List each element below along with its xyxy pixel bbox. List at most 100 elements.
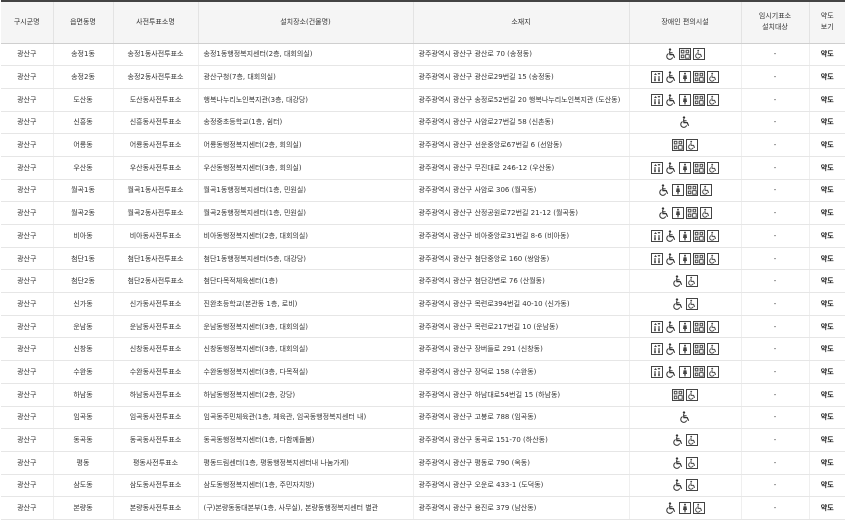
cell-accessibility — [628, 201, 741, 225]
cell-accessibility — [628, 111, 741, 135]
header-place: 설치장소(건물명) — [197, 0, 413, 44]
braille-guide-icon — [672, 139, 684, 152]
table-row: 광산구 송정2동 송정2동사전투표소 광산구청(7층, 대회의실) 광주광역시 광산구 … — [1, 65, 845, 89]
cell-address: 광주광역시 광산구 장덕로 158 (수완동) — [412, 360, 629, 384]
table-row: 광산구 신흥동 신흥동사전투표소 송정중초등학교(1층, 쉼터) 광주광역시 광산구 사… — [1, 111, 845, 135]
cell-place: 수완동행정복지센터(3층, 다목적실) — [197, 360, 413, 384]
cell-address: 광주광역시 광산구 목련로217번길 10 (운남동) — [412, 315, 629, 339]
braille-guide-icon — [693, 365, 705, 378]
cell-gu: 광산구 — [1, 156, 53, 180]
accessible-restroom-icon — [679, 229, 691, 242]
cell-temp-booth: - — [740, 315, 809, 339]
cell-gu: 광산구 — [1, 496, 53, 520]
cell-place: 광산구청(7층, 대회의실) — [197, 65, 413, 89]
header-dong: 읍면동명 — [52, 0, 113, 44]
map-link[interactable]: 약도 — [808, 133, 845, 157]
cell-dong: 운남동 — [52, 315, 113, 339]
cell-address: 광주광역시 광산구 무진대로 246-12 (우산동) — [412, 156, 629, 180]
wheelchair-icon — [672, 298, 684, 310]
table-row: 광산구 신창동 신창동사전투표소 신창동행정복지센터(3층, 대회의실) 광주광역시 광… — [1, 337, 845, 362]
table-row: 광산구 첨단2동 첨단2동사전투표소 첨단다목적체육센터(1층) 광주광역시 광산구 첨… — [1, 269, 845, 294]
map-link[interactable]: 약도 — [808, 337, 845, 362]
cell-station: 월곡1동사전투표소 — [112, 179, 198, 203]
map-link[interactable]: 약도 — [808, 451, 845, 475]
elevator-icon — [651, 320, 663, 333]
cell-place: 송정중초등학교(1층, 쉼터) — [197, 111, 413, 135]
cell-station: 하남동사전투표소 — [112, 383, 198, 407]
map-link[interactable]: 약도 — [808, 43, 845, 67]
map-link[interactable]: 약도 — [808, 224, 845, 248]
map-link[interactable]: 약도 — [808, 179, 845, 203]
cell-place: 우산동행정복지센터(3층, 회의실) — [197, 156, 413, 180]
cell-gu: 광산구 — [1, 111, 53, 135]
cell-station: 동곡동사전투표소 — [112, 428, 198, 452]
map-link[interactable]: 약도 — [808, 111, 845, 135]
ramp-icon — [707, 93, 719, 106]
cell-address: 광주광역시 광산구 광산로 70 (송정동) — [412, 43, 629, 67]
cell-address: 광주광역시 광산구 평동로 790 (옥동) — [412, 451, 629, 475]
cell-dong: 평동 — [52, 451, 113, 475]
map-link[interactable]: 약도 — [808, 474, 845, 498]
wheelchair-icon — [658, 207, 670, 219]
elevator-icon — [651, 365, 663, 378]
map-link[interactable]: 약도 — [808, 383, 845, 407]
cell-station: 어룡동사전투표소 — [112, 133, 198, 157]
cell-place: 첨단1동행정복지센터(5층, 대강당) — [197, 247, 413, 271]
table-row: 광산구 신가동 신가동사전투표소 진완초등학교(본관동 1층, 로비) 광주광역시 광산… — [1, 292, 845, 316]
cell-station: 첨단1동사전투표소 — [112, 247, 198, 271]
map-link[interactable]: 약도 — [808, 315, 845, 339]
cell-dong: 하남동 — [52, 383, 113, 407]
cell-dong: 도산동 — [52, 88, 113, 112]
cell-accessibility — [628, 156, 741, 180]
cell-station: 송정1동사전투표소 — [112, 43, 198, 67]
cell-gu: 광산구 — [1, 315, 53, 339]
polling-station-table: 구시군명 읍면동명 사전투표소명 설치장소(건물명) 소재지 장애인 편의시설 … — [1, 0, 845, 520]
map-link[interactable]: 약도 — [808, 247, 845, 271]
map-link[interactable]: 약도 — [808, 201, 845, 225]
map-link[interactable]: 약도 — [808, 269, 845, 294]
ramp-icon — [707, 161, 719, 174]
ramp-icon — [707, 71, 719, 84]
cell-gu: 광산구 — [1, 474, 53, 498]
cell-place: 운남동행정복지센터(3층, 대회의실) — [197, 315, 413, 339]
map-link[interactable]: 약도 — [808, 292, 845, 316]
elevator-icon — [651, 343, 663, 356]
cell-gu: 광산구 — [1, 360, 53, 384]
cell-temp-booth: - — [740, 269, 809, 294]
table-row: 광산구 수완동 수완동사전투표소 수완동행정복지센터(3층, 다목적실) 광주광역시 광… — [1, 360, 845, 384]
cell-dong: 임곡동 — [52, 406, 113, 430]
map-link[interactable]: 약도 — [808, 156, 845, 180]
cell-address: 광주광역시 광산구 오운로 433-1 (도덕동) — [412, 474, 629, 498]
header-map: 약도 보기 — [808, 0, 845, 44]
cell-address: 광주광역시 광산구 고봉로 788 (임곡동) — [412, 406, 629, 430]
ramp-icon — [686, 434, 698, 447]
ramp-icon — [686, 479, 698, 492]
map-link[interactable]: 약도 — [808, 88, 845, 112]
cell-gu: 광산구 — [1, 451, 53, 475]
cell-gu: 광산구 — [1, 247, 53, 271]
cell-gu: 광산구 — [1, 383, 53, 407]
braille-guide-icon — [693, 343, 705, 356]
map-link[interactable]: 약도 — [808, 428, 845, 452]
table-row: 광산구 도산동 도산동사전투표소 행복나누리노인복지관(3층, 대강당) 광주광역시 광… — [1, 88, 845, 112]
cell-place: 임곡동주민체육관(1층, 체육관, 임곡동행정복지센터 내) — [197, 406, 413, 430]
map-link[interactable]: 약도 — [808, 496, 845, 520]
map-link[interactable]: 약도 — [808, 65, 845, 89]
accessible-restroom-icon — [679, 365, 691, 378]
wheelchair-icon — [665, 366, 677, 378]
map-link[interactable]: 약도 — [808, 406, 845, 430]
cell-temp-booth: - — [740, 451, 809, 475]
cell-station: 비아동사전투표소 — [112, 224, 198, 248]
cell-station: 운남동사전투표소 — [112, 315, 198, 339]
map-link[interactable]: 약도 — [808, 360, 845, 384]
cell-accessibility — [628, 428, 741, 452]
ramp-icon — [693, 502, 705, 515]
cell-gu: 광산구 — [1, 428, 53, 452]
cell-place: 행복나누리노인복지관(3층, 대강당) — [197, 88, 413, 112]
cell-gu: 광산구 — [1, 201, 53, 225]
ramp-icon — [700, 184, 712, 197]
accessible-restroom-icon — [672, 207, 684, 220]
cell-place: 평동드림센터(1층, 평동행정복지센터내 나눔가게) — [197, 451, 413, 475]
table-row: 광산구 비아동 비아동사전투표소 비아동행정복지센터(2층, 대회의실) 광주광역시 광… — [1, 224, 845, 248]
cell-place: (구)본량동동대본부(1층, 사무실), 본량동행정복지센터 별관 — [197, 496, 413, 520]
